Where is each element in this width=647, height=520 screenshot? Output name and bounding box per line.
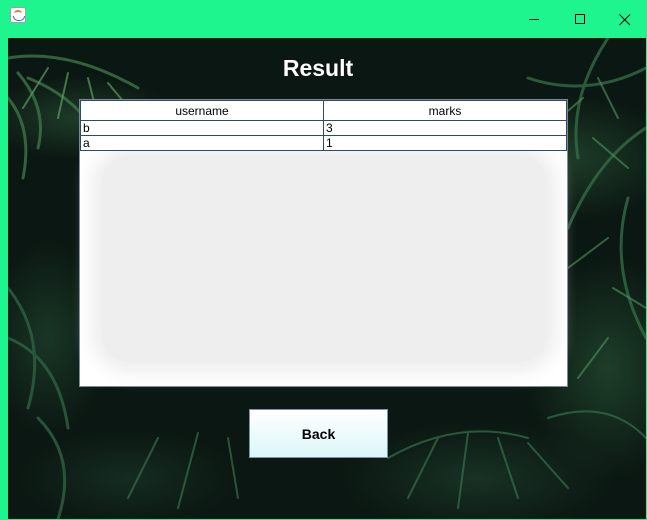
close-icon	[619, 13, 631, 25]
results-table-panel[interactable]: username marks b 3 a 1	[79, 99, 568, 387]
cell-marks[interactable]: 3	[323, 120, 567, 136]
cell-marks[interactable]: 1	[323, 135, 567, 151]
app-window: Result username marks b 3 a 1 Back	[0, 0, 647, 520]
minimize-button[interactable]	[511, 1, 557, 38]
title-bar[interactable]	[1, 1, 646, 38]
column-header-marks[interactable]: marks	[323, 100, 567, 121]
back-button[interactable]: Back	[249, 409, 388, 458]
maximize-icon	[574, 14, 585, 24]
results-table[interactable]: username marks b 3 a 1	[80, 100, 567, 151]
cell-username[interactable]: b	[80, 120, 324, 136]
java-app-icon[interactable]	[10, 7, 26, 23]
maximize-button[interactable]	[557, 1, 603, 38]
table-row[interactable]: a 1	[80, 135, 567, 151]
table-row[interactable]: b 3	[80, 120, 567, 136]
cell-username[interactable]: a	[80, 135, 324, 151]
content-pane: Result username marks b 3 a 1 Back	[8, 38, 646, 519]
column-header-username[interactable]: username	[80, 100, 324, 121]
page-title: Result	[282, 55, 354, 81]
minimize-icon	[528, 19, 539, 20]
table-header-row: username marks	[80, 100, 567, 121]
close-button[interactable]	[602, 1, 646, 38]
